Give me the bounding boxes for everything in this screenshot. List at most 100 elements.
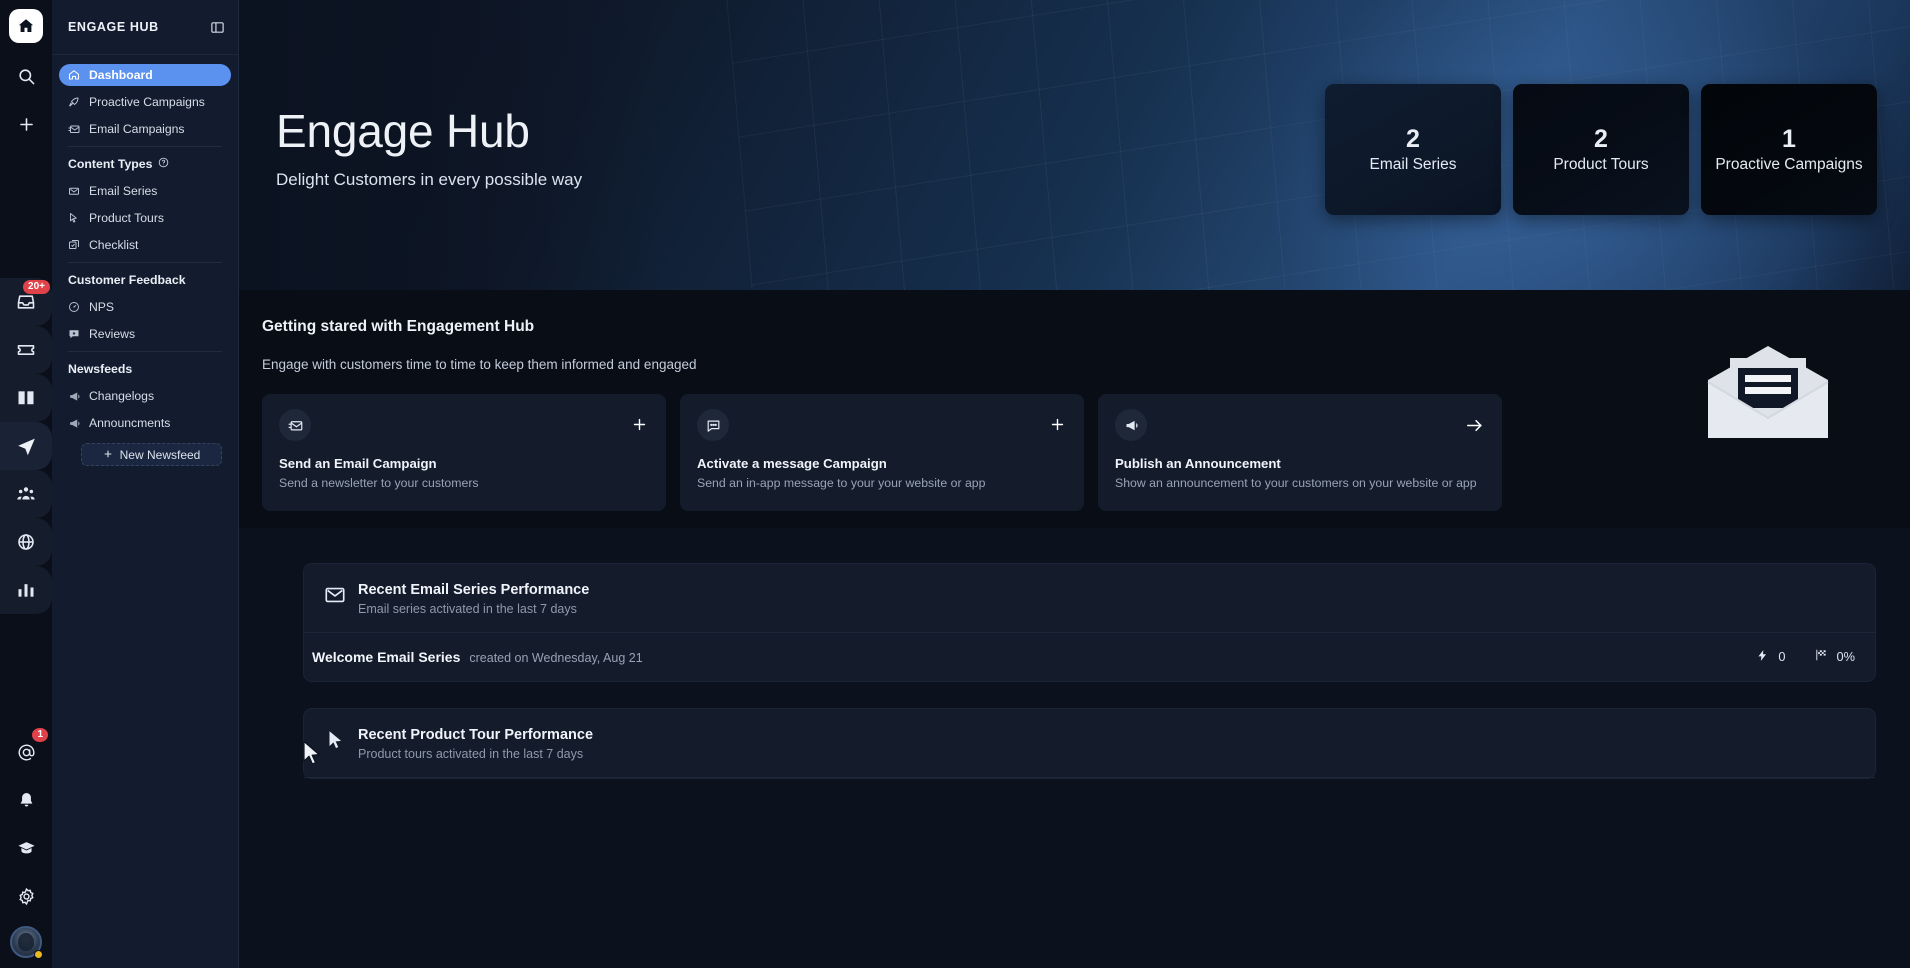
plus-icon[interactable] (1049, 416, 1066, 438)
plus-icon (103, 448, 113, 462)
rail-notifications-button[interactable] (0, 776, 52, 824)
sidebar-item-email-campaigns[interactable]: Email Campaigns (59, 118, 231, 140)
card-description: Send an in-app message to your your webs… (697, 476, 986, 490)
arrow-right-icon[interactable] (1465, 416, 1484, 440)
rail-search-button[interactable] (0, 52, 52, 100)
rail-settings-button[interactable] (0, 872, 52, 920)
row-stat-value: 0% (1836, 649, 1856, 664)
new-newsfeed-button[interactable]: New Newsfeed (81, 443, 222, 466)
rail-mentions-button[interactable]: 1 (0, 728, 52, 776)
stat-label: Proactive Campaigns (1715, 156, 1863, 174)
send-icon (17, 438, 35, 455)
search-icon (18, 68, 34, 84)
sidebar-item-checklist[interactable]: Checklist (59, 234, 231, 256)
rail-tickets-button[interactable] (0, 326, 52, 374)
sidebar-body: Dashboard Proactive Campaigns Email Camp… (52, 55, 238, 466)
sidebar-item-dashboard[interactable]: Dashboard (59, 64, 231, 86)
card-send-email-campaign[interactable]: Send an Email Campaign Send a newsletter… (262, 394, 666, 511)
plus-icon[interactable] (631, 416, 648, 438)
rail-send-button[interactable] (0, 422, 52, 470)
inbox-badge: 20+ (23, 280, 50, 294)
stat-value: 1 (1782, 124, 1796, 153)
card-activate-message-campaign[interactable]: Activate a message Campaign Send an in-a… (680, 394, 1084, 511)
people-icon (17, 487, 35, 500)
avatar-status-dot (34, 950, 43, 959)
sidebar-group-label: Newsfeeds (68, 362, 133, 376)
sidebar-group-customer-feedback: Customer Feedback (59, 273, 231, 287)
help-icon[interactable] (158, 157, 169, 171)
sidebar-item-label: Product Tours (89, 211, 164, 225)
gauge-icon (67, 301, 81, 313)
megaphone-icon (67, 390, 81, 403)
panel-description: Email series activated in the last 7 day… (358, 602, 577, 616)
panel-header-text: Recent Email Series Performance Email se… (358, 582, 589, 616)
stat-card-email-series[interactable]: 2 Email Series (1325, 84, 1501, 215)
stat-card-proactive-campaigns[interactable]: 1 Proactive Campaigns (1701, 84, 1877, 215)
rail-add-button[interactable] (0, 100, 52, 148)
rail-people-button[interactable] (0, 470, 52, 518)
home-icon (9, 9, 43, 43)
analytics-icon (18, 584, 34, 597)
panel-recent-product-tour-performance: Recent Product Tour Performance Product … (303, 708, 1876, 779)
home-icon (67, 69, 81, 81)
sidebar-item-proactive-campaigns[interactable]: Proactive Campaigns (59, 91, 231, 113)
panel-recent-email-series-performance: Recent Email Series Performance Email se… (303, 563, 1876, 682)
page-title: ENGAGE HUB (68, 20, 159, 34)
hero-title: Engage Hub (276, 105, 530, 157)
panel-collapse-icon[interactable] (210, 20, 225, 35)
icon-rail-middle: 20+ (0, 278, 52, 614)
row-left: Welcome Email Series created on Wednesda… (312, 649, 643, 665)
panel-title: Recent Email Series Performance (358, 582, 590, 598)
sidebar-group-label: Customer Feedback (68, 273, 186, 287)
mail-send-icon (279, 409, 311, 441)
sidebar-item-label: Changelogs (89, 389, 155, 403)
stat-value: 2 (1594, 124, 1608, 153)
avatar[interactable] (10, 926, 43, 959)
rail-learning-button[interactable] (0, 824, 52, 872)
sidebar-item-announcments[interactable]: Announcments (59, 412, 231, 434)
globe-icon (18, 534, 34, 550)
row-stats: 0 0% (1756, 648, 1855, 665)
rocket-icon (67, 96, 81, 108)
flag-icon (1814, 648, 1828, 665)
sidebar-item-nps[interactable]: NPS (59, 296, 231, 318)
hero-copy: Engage Hub Delight Customers in every po… (276, 108, 582, 190)
sidebar-item-changelogs[interactable]: Changelogs (59, 385, 231, 407)
stat-card-product-tours[interactable]: 2 Product Tours (1513, 84, 1689, 215)
sidebar-item-label: Reviews (89, 327, 136, 341)
rail-analytics-button[interactable] (0, 566, 52, 614)
rail-home-button[interactable] (0, 0, 52, 52)
row-meta: created on Wednesday, Aug 21 (469, 650, 643, 665)
app-root: 20+ 1 ENGAGE HUB Dashboard Proactive Cam… (0, 0, 1910, 968)
graduation-cap-icon (17, 841, 35, 853)
rail-globe-button[interactable] (0, 518, 52, 566)
row-stat-activations: 0 (1756, 649, 1786, 665)
icon-rail-bottom: 1 (0, 728, 52, 962)
getting-started-cards: Send an Email Campaign Send a newsletter… (262, 394, 1910, 511)
card-publish-announcement[interactable]: Publish an Announcement Show an announce… (1098, 394, 1502, 511)
table-row[interactable]: Welcome Email Series created on Wednesda… (304, 633, 1875, 681)
chat-icon (697, 409, 729, 441)
new-newsfeed-label: New Newsfeed (119, 447, 201, 462)
sidebar-item-email-series[interactable]: Email Series (59, 180, 231, 202)
mail-send-icon (67, 123, 81, 135)
card-title: Activate a message Campaign (697, 456, 887, 471)
card-title: Send an Email Campaign (279, 456, 437, 471)
sidebar-item-label: Email Series (89, 184, 158, 198)
getting-started-heading: Getting stared with Engagement Hub (262, 318, 535, 335)
mentions-badge: 1 (32, 728, 48, 742)
checklist-icon (67, 239, 81, 251)
sidebar-item-label: NPS (89, 300, 115, 314)
inbox-icon (17, 295, 35, 309)
megaphone-icon (1115, 409, 1147, 441)
panel-header-text: Recent Product Tour Performance Product … (358, 727, 593, 761)
row-stat-value: 0 (1778, 649, 1786, 664)
sidebar-item-product-tours[interactable]: Product Tours (59, 207, 231, 229)
row-stat-completion: 0% (1814, 648, 1856, 665)
sidebar-item-reviews[interactable]: Reviews (59, 323, 231, 345)
sidebar-group-content-types: Content Types (59, 157, 231, 171)
stat-label: Product Tours (1553, 156, 1649, 174)
gear-icon (18, 887, 34, 905)
rail-knowledge-button[interactable] (0, 374, 52, 422)
rail-inbox-button[interactable]: 20+ (0, 278, 52, 326)
